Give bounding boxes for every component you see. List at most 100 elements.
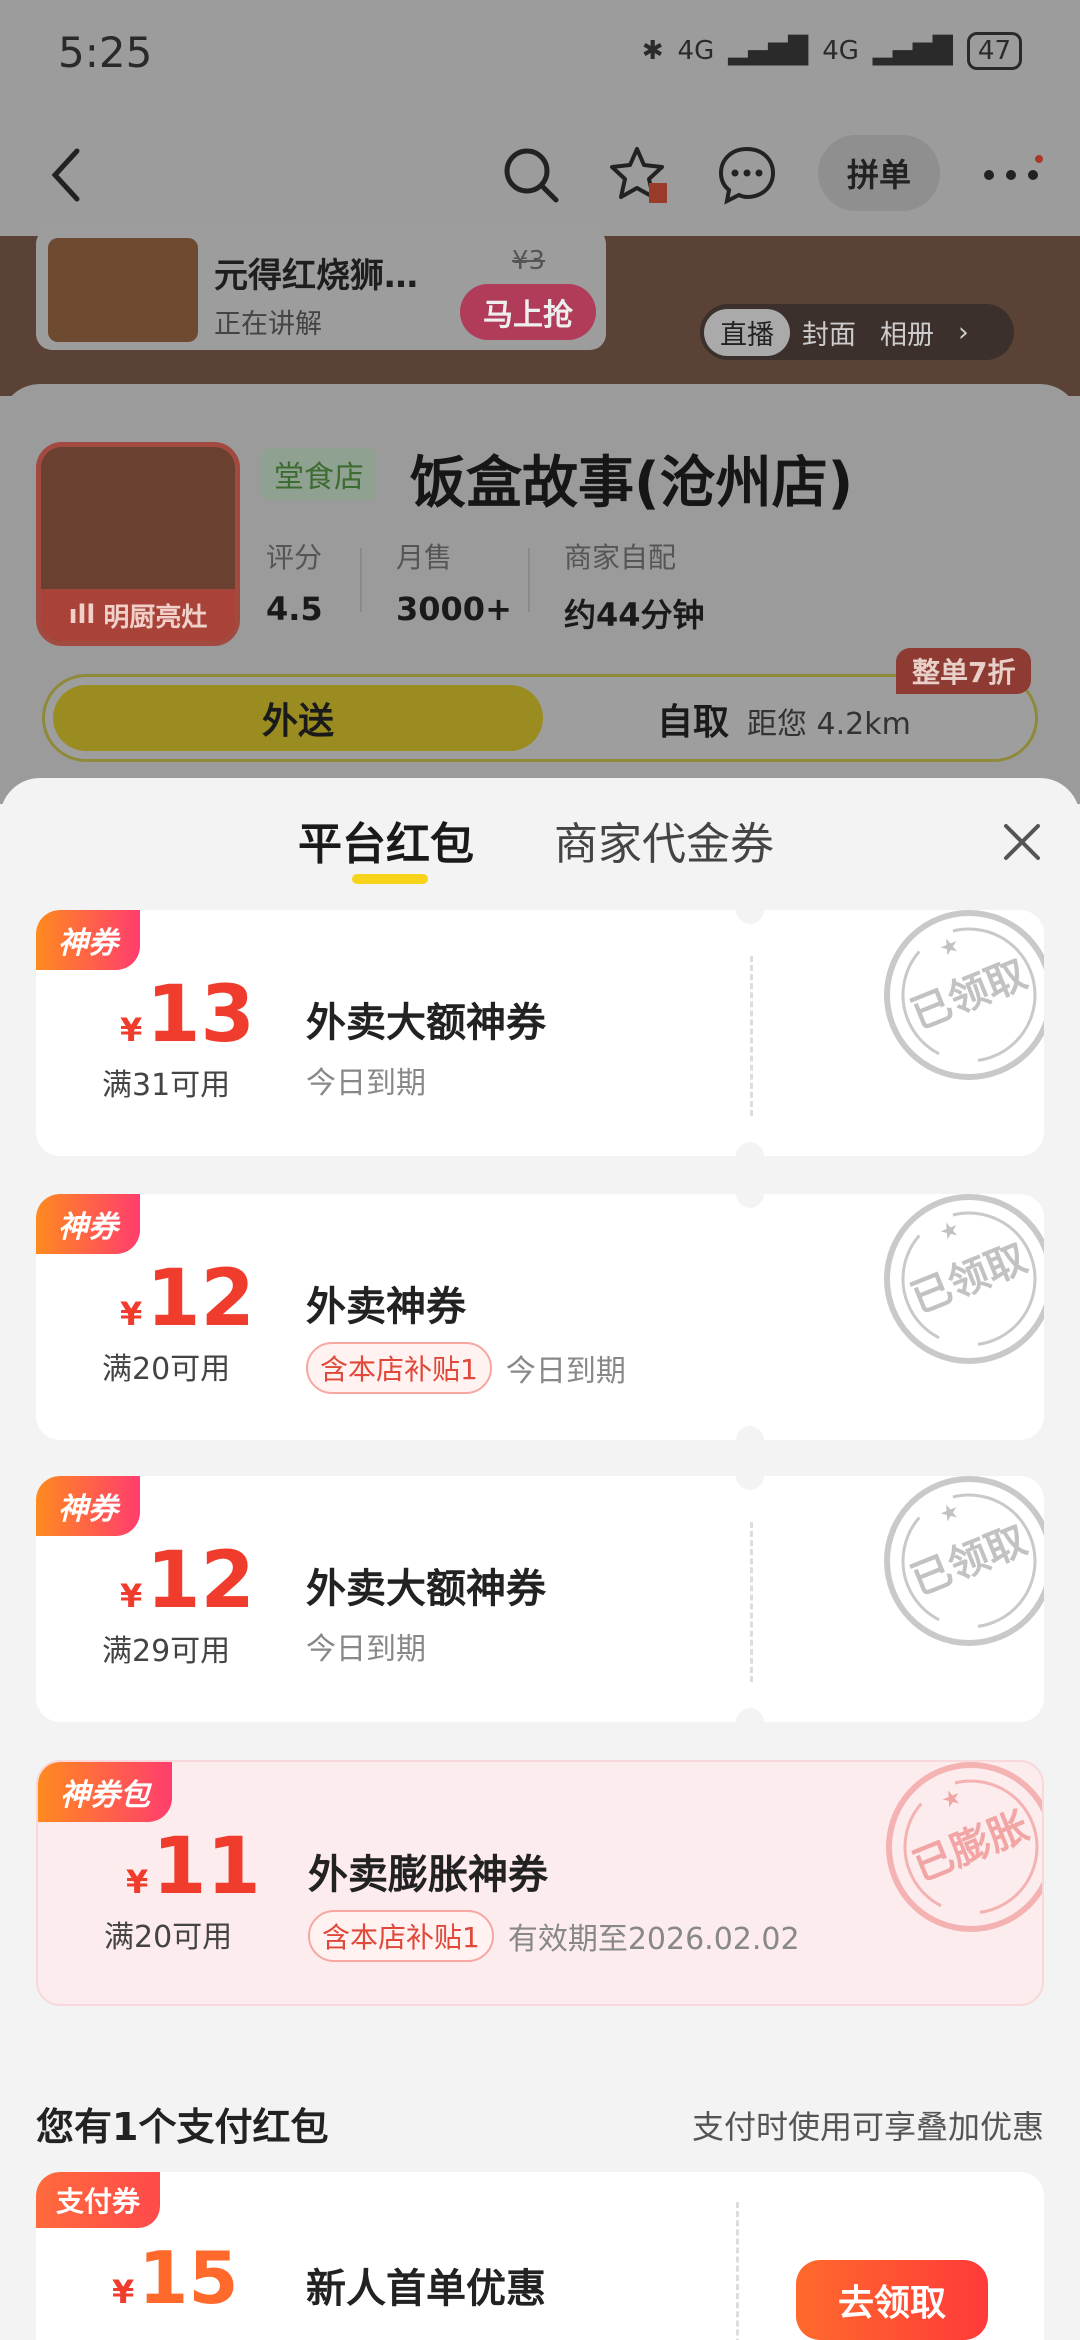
status-time: 5:25 (58, 28, 153, 77)
coupon-card[interactable]: 神券 ¥ 13 满31可用 外卖大额神券 今日到期 已领取 ★ (36, 910, 1044, 1156)
tab-platform-redpacket[interactable]: 平台红包 (298, 808, 474, 872)
logo-badge: ıll 明厨亮灶 (41, 589, 235, 641)
coupon-card[interactable]: 神券包 ¥ 11 满20可用 外卖膨胀神券 含本店补贴1 有效期至2026.02… (36, 1760, 1044, 2006)
grab-button[interactable]: 马上抢 (460, 284, 596, 340)
coupon-title: 新人首单优惠 (306, 2266, 546, 2312)
coupon-card[interactable]: 神券 ¥ 12 满29可用 外卖大额神券 今日到期 已领取 ★ (36, 1476, 1044, 1722)
coupon-title: 外卖神券 (306, 1284, 466, 1330)
pickup-distance: 距您 4.2km (747, 707, 911, 742)
coupon-notch (736, 1476, 764, 1490)
coupon-value: 13 (146, 970, 255, 1060)
coupon-amount: ¥ 12 (120, 1536, 255, 1626)
coupon-subline: 今日到期 (306, 1058, 426, 1102)
claimed-stamp-icon: 已领取 ★ (884, 1194, 1044, 1364)
coupon-value: 12 (146, 1536, 255, 1626)
tab-merchant-voucher[interactable]: 商家代金券 (554, 808, 774, 872)
search-icon[interactable] (496, 140, 566, 210)
coupon-condition: 满29可用 (102, 1634, 231, 1669)
signal-label-1: 4G (677, 36, 715, 66)
currency-symbol: ¥ (120, 1295, 143, 1333)
media-tabs: 直播 封面 相册 › (700, 304, 1014, 360)
live-old-price: ¥3 (512, 246, 546, 276)
dine-in-tag: 堂食店 (262, 448, 376, 500)
stat-value: 3000+ (396, 590, 512, 628)
coupon-subline: 含本店补贴1 有效期至2026.02.02 (308, 1910, 800, 1962)
coupon-amount: ¥ 11 (126, 1822, 261, 1912)
coupon-divider (750, 1522, 753, 1682)
close-icon[interactable] (994, 814, 1050, 870)
coupon-value: 12 (146, 1254, 255, 1344)
favorite-star-icon[interactable] (604, 140, 674, 210)
stamp-label: 已膨胀 (907, 1803, 1035, 1891)
tab-album[interactable]: 相册 (868, 313, 946, 352)
coupon-notch (736, 1142, 764, 1156)
coupon-expiry: 有效期至2026.02.02 (507, 1922, 800, 1957)
more-icon[interactable] (976, 140, 1046, 210)
live-product-title: 元得红烧狮… (214, 256, 418, 296)
delivery-mode-switch: 外送 自取 距您 4.2km (42, 674, 1038, 762)
discount-badge: 整单7折 (896, 648, 1032, 694)
coupon-title: 外卖膨胀神券 (308, 1852, 548, 1898)
divider (528, 548, 530, 612)
shop-name: 饭盒故事(沧州店) (410, 451, 854, 516)
stat-label: 商家自配 (564, 541, 677, 574)
coupon-tag: 神券 (36, 1194, 140, 1254)
coupon-title: 外卖大额神券 (306, 1000, 546, 1046)
coupon-card[interactable]: 神券 ¥ 12 满20可用 外卖神券 含本店补贴1 今日到期 已领取 ★ (36, 1194, 1044, 1440)
stat-label: 评分 (266, 541, 323, 574)
subsidy-chip: 含本店补贴1 (306, 1342, 492, 1394)
coupon-notch (736, 1426, 764, 1440)
coupon-amount: ¥ 13 (120, 970, 255, 1060)
status-bar: 5:25 ✱ 4G ▂▄▆█ 4G ▂▄▆█ 47 (0, 0, 1080, 110)
stat-value: 约44分钟 (564, 596, 705, 634)
currency-symbol: ¥ (120, 1011, 143, 1049)
stat-label: 月售 (396, 541, 453, 574)
logo-badge-label: 明厨亮灶 (103, 602, 208, 633)
coupon-title: 外卖大额神券 (306, 1566, 546, 1612)
group-order-button[interactable]: 拼单 (818, 135, 940, 211)
mode-delivery[interactable]: 外送 (53, 685, 543, 751)
coupon-condition: 满20可用 (104, 1920, 233, 1955)
coupon-amount: ¥ 12 (120, 1254, 255, 1344)
svg-text:★: ★ (936, 932, 964, 963)
product-image (48, 238, 198, 342)
chart-icon: ıll (68, 600, 96, 630)
coupon-notch (736, 1194, 764, 1208)
mode-pickup[interactable]: 自取 (657, 693, 729, 745)
stat-value: 4.5 (266, 590, 323, 628)
coupon-expiry: 今日到期 (505, 1354, 626, 1389)
signal-icon: ▂▄▆█ (728, 36, 809, 66)
coupon-condition: 满31可用 (102, 1068, 231, 1103)
stamp-label: 已领取 (905, 1235, 1033, 1323)
currency-symbol: ¥ (120, 1577, 143, 1615)
coupon-divider (736, 2202, 739, 2340)
svg-text:★: ★ (936, 1216, 964, 1247)
tab-cover[interactable]: 封面 (790, 313, 868, 352)
stat-delivery-time: 商家自配 约44分钟 (564, 536, 705, 636)
coupon-expiry: 今日到期 (306, 1632, 426, 1667)
pay-coupon-tag: 支付券 (36, 2172, 161, 2228)
coupon-divider (750, 956, 753, 1116)
pay-section-hint: 支付时使用可享叠加优惠 (691, 2108, 1044, 2146)
system-icons: ✱ 4G ▂▄▆█ 4G ▂▄▆█ 47 (642, 32, 1022, 70)
coupon-notch (736, 1708, 764, 1722)
back-icon[interactable] (32, 140, 102, 210)
signal-icon: ▂▄▆█ (872, 36, 953, 66)
pay-section-title: 您有1个支付红包 (36, 2105, 329, 2149)
stamp-label: 已领取 (905, 951, 1033, 1039)
coupon-subline: 今日到期 (306, 1624, 426, 1668)
shop-logo[interactable]: ıll 明厨亮灶 (36, 442, 240, 646)
coupon-tag: 神券 (36, 910, 140, 970)
currency-symbol: ¥ (126, 1863, 149, 1901)
pay-coupon-card[interactable]: 支付券 ¥ 15 新人首单优惠 去领取 (36, 2172, 1044, 2340)
expanded-stamp-icon: 已膨胀 ★ (886, 1762, 1042, 1932)
stamp-label: 已领取 (905, 1517, 1033, 1605)
claim-button[interactable]: 去领取 (796, 2260, 988, 2340)
live-product-card[interactable]: 元得红烧狮… 正在讲解 ¥3 马上抢 (36, 228, 606, 350)
signal-label-2: 4G (822, 36, 859, 66)
tab-live[interactable]: 直播 (704, 308, 790, 356)
message-icon[interactable] (712, 140, 782, 210)
coupon-condition: 满20可用 (102, 1352, 231, 1387)
coupon-value: 11 (152, 1822, 261, 1912)
claimed-stamp-icon: 已领取 ★ (884, 1476, 1044, 1646)
